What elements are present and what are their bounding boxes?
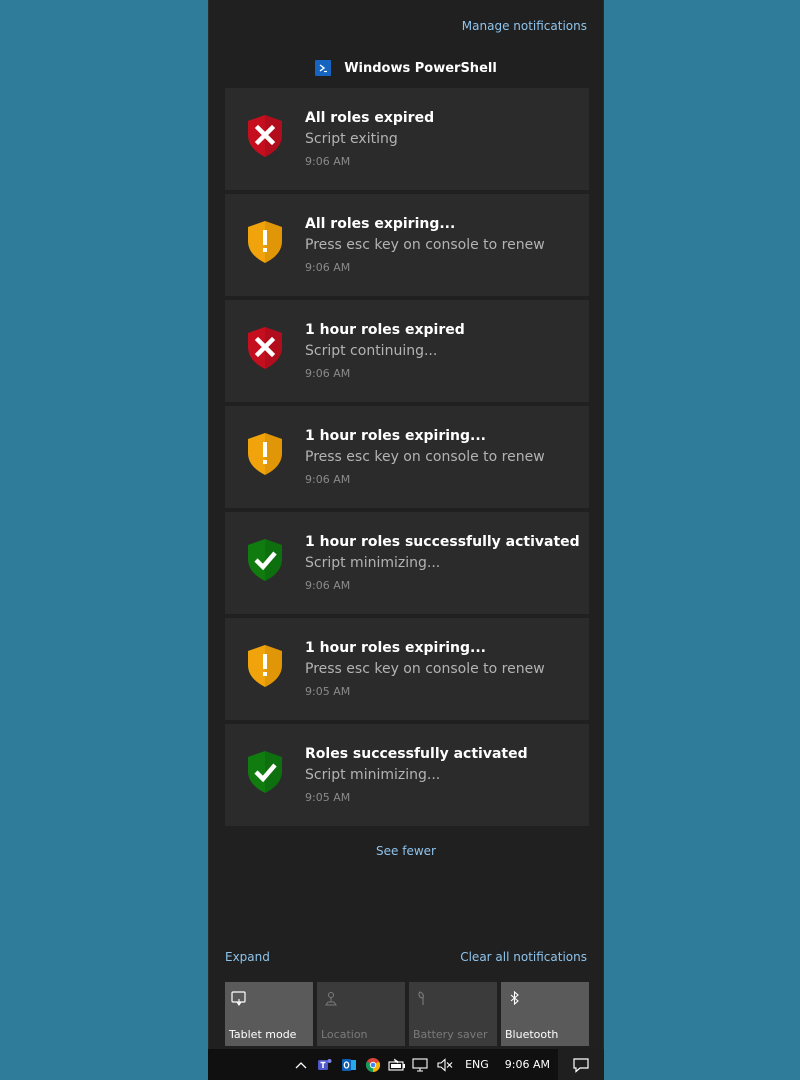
powershell-icon (315, 60, 332, 76)
notification-title: 1 hour roles expiring... (305, 428, 486, 444)
notification-body: Press esc key on console to renew (305, 449, 545, 465)
tablet-mode-tile[interactable]: Tablet mode (225, 982, 313, 1046)
error-shield-icon (247, 326, 283, 370)
notification-body: Press esc key on console to renew (305, 661, 545, 677)
notification-list: All roles expired Script exiting 9:06 AM… (225, 88, 589, 830)
error-shield-icon (247, 114, 283, 158)
notification-card[interactable]: 1 hour roles expiring... Press esc key o… (225, 618, 589, 720)
success-shield-icon (247, 750, 283, 794)
notification-title: 1 hour roles successfully activated (305, 534, 580, 550)
notification-body: Script continuing... (305, 343, 438, 359)
tile-label: Tablet mode (229, 1028, 297, 1041)
see-fewer-row: See fewer (209, 840, 603, 859)
battery-saver-tile[interactable]: Battery saver (409, 982, 497, 1046)
notification-title: All roles expired (305, 110, 435, 126)
bluetooth-icon (506, 990, 524, 1008)
teams-icon[interactable] (313, 1049, 337, 1080)
tile-label: Bluetooth (505, 1028, 559, 1041)
notification-card[interactable]: Roles successfully activated Script mini… (225, 724, 589, 826)
app-group-header: Windows PowerShell (209, 58, 603, 78)
location-tile[interactable]: Location (317, 982, 405, 1046)
location-icon (322, 990, 340, 1008)
see-fewer-link[interactable]: See fewer (376, 844, 436, 858)
notification-body: Script minimizing... (305, 767, 441, 783)
notification-card[interactable]: All roles expiring... Press esc key on c… (225, 194, 589, 296)
notification-title: Roles successfully activated (305, 746, 528, 762)
expand-link[interactable]: Expand (225, 950, 270, 964)
clear-all-notifications-link[interactable]: Clear all notifications (460, 950, 587, 964)
language-indicator[interactable]: ENG (457, 1058, 497, 1071)
notification-body: Press esc key on console to renew (305, 237, 545, 253)
success-shield-icon (247, 538, 283, 582)
battery-saver-icon (414, 990, 432, 1008)
app-name: Windows PowerShell (344, 60, 497, 76)
notification-card[interactable]: All roles expired Script exiting 9:06 AM (225, 88, 589, 190)
notification-card[interactable]: 1 hour roles expired Script continuing..… (225, 300, 589, 402)
system-tray: ENG 9:06 AM (289, 1049, 604, 1080)
volume-muted-icon[interactable] (433, 1049, 457, 1080)
warning-shield-icon (247, 644, 283, 688)
warning-shield-icon (247, 432, 283, 476)
bluetooth-tile[interactable]: Bluetooth (501, 982, 589, 1046)
notification-icon (573, 1057, 589, 1073)
notification-time: 9:06 AM (305, 367, 351, 380)
action-center-button[interactable] (558, 1049, 604, 1080)
manage-notifications-link[interactable]: Manage notifications (462, 19, 587, 33)
tile-label: Battery saver (413, 1028, 488, 1041)
notification-card[interactable]: 1 hour roles successfully activated Scri… (225, 512, 589, 614)
notification-title: All roles expiring... (305, 216, 456, 232)
outlook-icon[interactable] (337, 1049, 361, 1080)
tablet-mode-icon (230, 990, 248, 1008)
notification-body: Script minimizing... (305, 555, 441, 571)
notification-time: 9:06 AM (305, 473, 351, 486)
taskbar-clock[interactable]: 9:06 AM (497, 1058, 558, 1071)
notification-title: 1 hour roles expiring... (305, 640, 486, 656)
notification-time: 9:06 AM (305, 155, 351, 168)
notification-title: 1 hour roles expired (305, 322, 465, 338)
notification-body: Script exiting (305, 131, 398, 147)
action-center-panel: Manage notifications Windows PowerShell … (208, 0, 604, 1049)
warning-shield-icon (247, 220, 283, 264)
notification-time: 9:06 AM (305, 579, 351, 592)
chevron-up-icon[interactable] (289, 1049, 313, 1080)
notification-time: 9:05 AM (305, 685, 351, 698)
battery-icon[interactable] (385, 1049, 409, 1080)
notification-card[interactable]: 1 hour roles expiring... Press esc key o… (225, 406, 589, 508)
network-icon[interactable] (409, 1049, 433, 1080)
quick-actions: Tablet mode Location Battery saver Bluet… (225, 982, 589, 1046)
notification-time: 9:06 AM (305, 261, 351, 274)
tile-label: Location (321, 1028, 368, 1041)
notification-time: 9:05 AM (305, 791, 351, 804)
chrome-icon[interactable] (361, 1049, 385, 1080)
taskbar: ENG 9:06 AM (208, 1049, 604, 1080)
